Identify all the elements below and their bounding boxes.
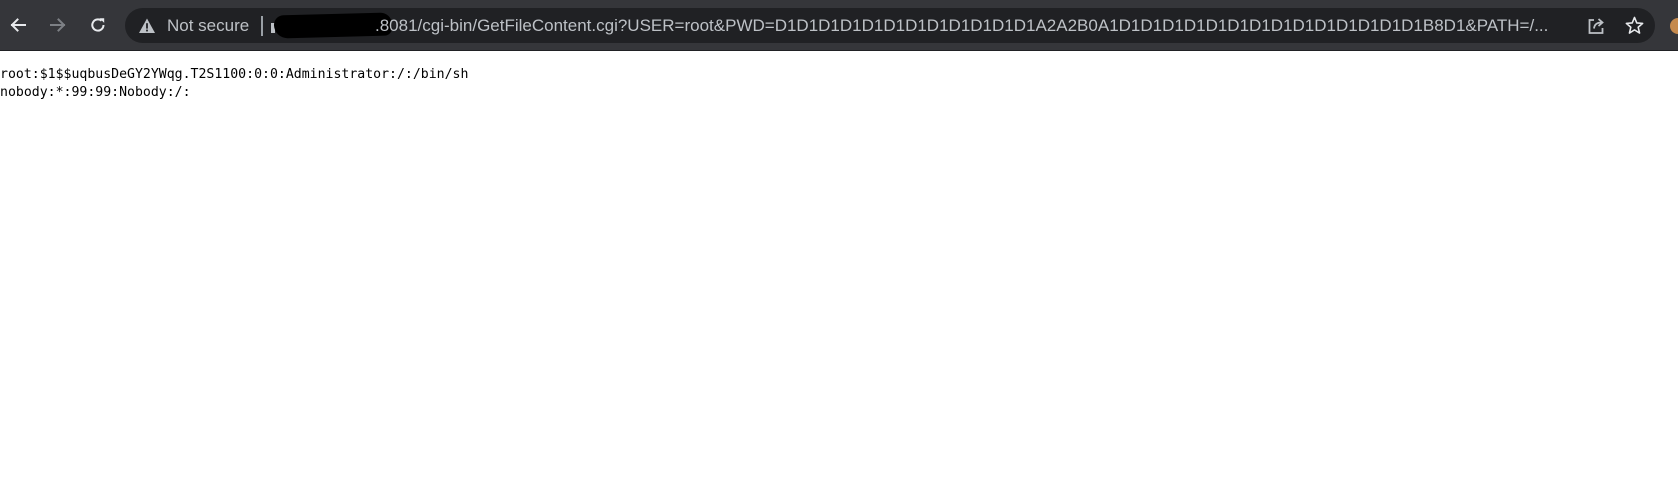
- reload-icon: [91, 18, 105, 32]
- file-line: nobody:*:99:99:Nobody:/:: [0, 85, 191, 100]
- forward-button[interactable]: [41, 8, 75, 42]
- star-icon[interactable]: [1624, 15, 1645, 36]
- browser-toolbar: Not secure .8081/cgi-bin/GetFileContent.…: [0, 0, 1678, 51]
- toolbar-border: [0, 50, 1678, 51]
- back-button[interactable]: [1, 8, 35, 42]
- address-bar[interactable]: Not secure .8081/cgi-bin/GetFileContent.…: [125, 8, 1655, 43]
- warning-triangle-icon[interactable]: [138, 17, 156, 35]
- reload-button[interactable]: [81, 8, 115, 42]
- file-line: root:$1$$uqbusDeGY2YWqg.T2S1100:0:0:Admi…: [0, 67, 469, 82]
- arrow-right-icon: [50, 18, 66, 32]
- url-text[interactable]: .8081/cgi-bin/GetFileContent.cgi?USER=ro…: [375, 8, 1565, 43]
- arrow-left-icon: [10, 18, 26, 32]
- omnibox-divider: [261, 16, 263, 36]
- security-status[interactable]: Not secure: [167, 8, 249, 43]
- share-icon[interactable]: [1586, 16, 1606, 36]
- extension-icon[interactable]: [1670, 18, 1678, 34]
- page-content: root:$1$$uqbusDeGY2YWqg.T2S1100:0:0:Admi…: [0, 66, 1678, 102]
